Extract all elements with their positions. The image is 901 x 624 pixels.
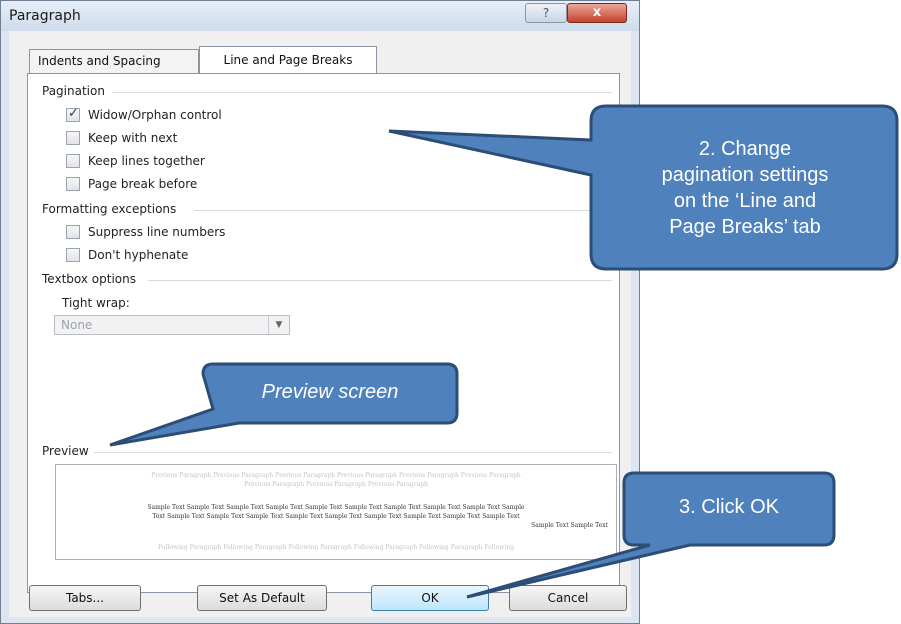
preview-callout-text: Preview screen bbox=[261, 381, 399, 403]
callout-line: pagination settings bbox=[661, 164, 829, 186]
ok-callout-shape bbox=[466, 471, 836, 599]
callout-layer bbox=[109, 104, 899, 599]
preview-callout-shape bbox=[109, 362, 459, 447]
callout-line: 2. Change bbox=[698, 138, 792, 160]
pagination-callout-text: 2. Change pagination settings on the ‘Li… bbox=[595, 136, 895, 240]
ok-callout-text: 3. Click OK bbox=[678, 496, 780, 518]
callout-line: Page Breaks’ tab bbox=[669, 216, 821, 238]
callout-line: on the ‘Line and bbox=[673, 190, 817, 212]
